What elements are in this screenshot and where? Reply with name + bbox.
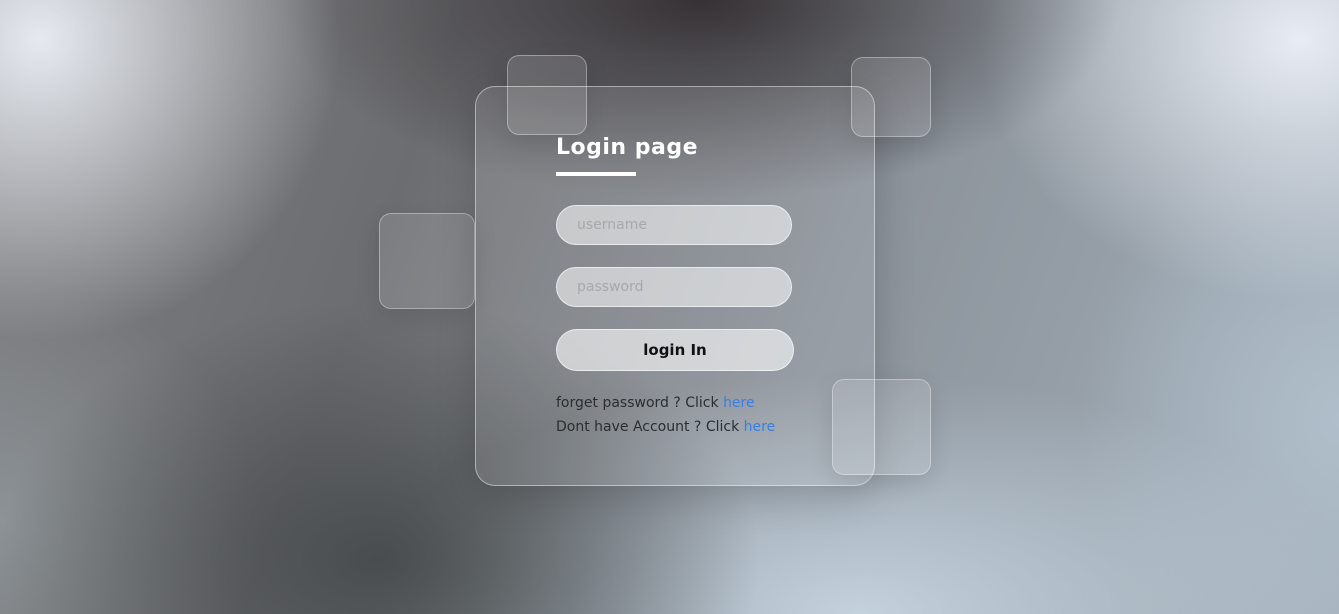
- decorative-square-bottom-right: [832, 379, 931, 475]
- decorative-square-left: [379, 213, 475, 309]
- login-button[interactable]: login In: [556, 329, 794, 371]
- password-input[interactable]: [556, 267, 792, 307]
- title-underline: [556, 172, 636, 176]
- username-input[interactable]: [556, 205, 792, 245]
- signup-text: Dont have Account ? Click: [556, 419, 744, 435]
- forgot-password-text: forget password ? Click: [556, 395, 724, 411]
- signup-line: Dont have Account ? Click here: [556, 419, 775, 435]
- forgot-password-link[interactable]: here: [723, 395, 755, 411]
- forgot-password-line: forget password ? Click here: [556, 395, 755, 411]
- signup-link[interactable]: here: [744, 419, 776, 435]
- login-card: Login page login In forget password ? Cl…: [475, 86, 875, 486]
- page-title: Login page: [556, 135, 699, 160]
